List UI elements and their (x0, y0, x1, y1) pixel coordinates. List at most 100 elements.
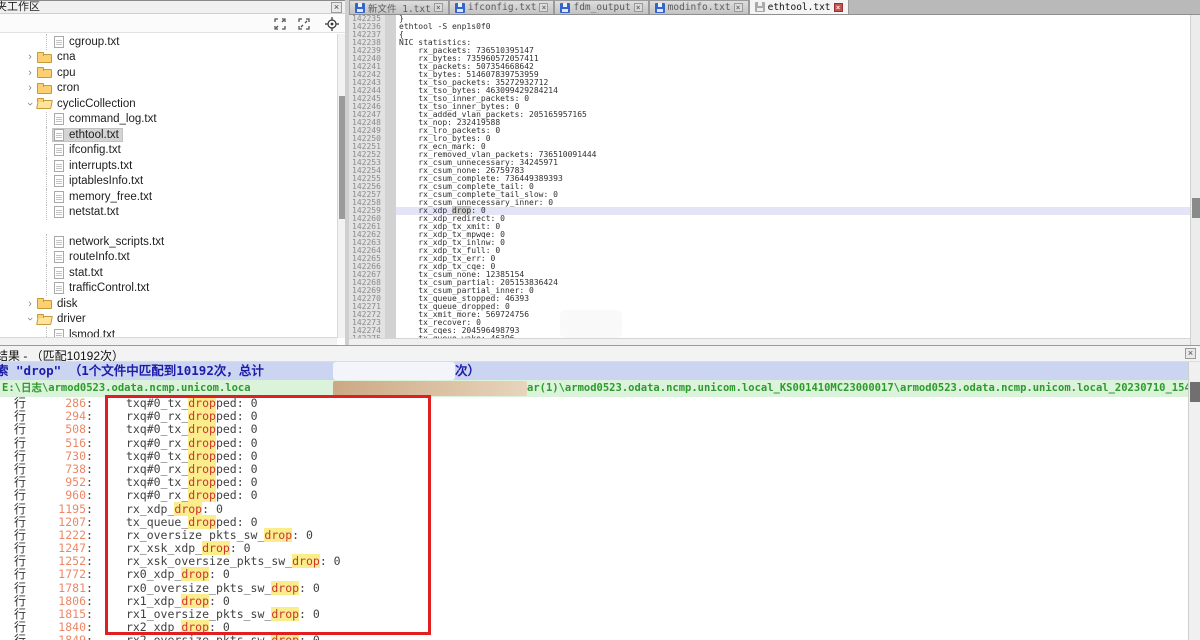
search-summary-text: 索 "drop" （1个文件中匹配到10192次，总计 (0, 362, 264, 380)
chevron-down-icon[interactable]: › (24, 99, 36, 109)
tree-item-label: netstat.txt (69, 206, 119, 218)
tree-item-label: stat.txt (69, 267, 103, 279)
close-panel-icon[interactable]: × (331, 2, 342, 13)
fold-margin (385, 63, 396, 71)
tree-vertical-scrollbar[interactable] (337, 34, 345, 338)
tree-item-label: interrupts.txt (69, 160, 132, 172)
tab-label: ifconfig.txt (468, 2, 537, 13)
row-label: 行 (14, 568, 28, 581)
close-tab-icon[interactable]: × (434, 3, 443, 12)
tree-item-cron[interactable]: › cron (0, 81, 337, 97)
workspace-toolbar (0, 14, 345, 33)
tree-item-stat-txt[interactable]: stat.txt (0, 265, 337, 281)
fold-margin (385, 255, 396, 263)
file-icon (54, 36, 64, 48)
code-text: ethtool -S enp1s0f0 (396, 23, 1190, 31)
tree-item-routeInfo-txt[interactable]: routeInfo.txt (0, 250, 337, 266)
result-line-number: 508 (28, 423, 86, 436)
results-title: 结果 - （匹配10192次） (0, 347, 124, 362)
tree-item-cpu[interactable]: › cpu (0, 65, 337, 81)
tree-item-interrupts-txt[interactable]: interrupts.txt (0, 158, 337, 174)
search-results-panel: 结果 - （匹配10192次） × 索 "drop" （1个文件中匹配到1019… (0, 345, 1200, 640)
tree-item-netstat-txt[interactable]: netstat.txt (0, 205, 337, 221)
tree-item-memory-free-txt[interactable]: memory_free.txt (0, 189, 337, 205)
chevron-right-icon[interactable]: › (25, 67, 35, 79)
tab-fdm-output[interactable]: fdm_output× (554, 0, 648, 14)
fold-margin (385, 135, 396, 143)
tree-item-command-log-txt[interactable]: command_log.txt (0, 112, 337, 128)
row-label: 行 (14, 516, 28, 529)
close-tab-icon[interactable]: × (734, 3, 743, 12)
tree-item-label: ethtool.txt (69, 129, 119, 141)
file-icon (54, 282, 64, 294)
workspace-panel: 夹工作区 × cgroup.txt›cna›cpu›cron›cyclicCol… (0, 0, 345, 345)
editor-horizontal-scrollbar[interactable] (349, 338, 1190, 345)
close-tab-icon[interactable]: × (539, 3, 548, 12)
result-line-number: 960 (28, 489, 86, 502)
scrollbar-thumb[interactable] (1192, 198, 1200, 218)
censor-blur (333, 362, 455, 380)
search-summary-line[interactable]: 索 "drop" （1个文件中匹配到10192次，总计 次） (0, 362, 1200, 380)
tree-item-iptablesInfo-txt[interactable]: iptablesInfo.txt (0, 174, 337, 190)
close-results-icon[interactable]: × (1185, 348, 1196, 359)
code-text: tx_queue_stopped: 46393 (396, 295, 1190, 303)
fold-margin (385, 183, 396, 191)
tree-horizontal-scrollbar[interactable] (0, 337, 337, 345)
close-tab-icon[interactable]: × (834, 3, 843, 12)
tab-label: 新文件 1.txt (368, 1, 431, 15)
tab-ifconfig-txt[interactable]: ifconfig.txt× (449, 0, 555, 14)
chevron-right-icon[interactable]: › (25, 82, 35, 94)
tree-item-ethtool-txt[interactable]: ethtool.txt (0, 127, 337, 143)
tree-item-label: ifconfig.txt (69, 144, 121, 156)
locate-current-file-icon[interactable] (325, 17, 339, 31)
editor-text-area[interactable]: 142235}142236ethtool -S enp1s0f0142237{1… (349, 15, 1190, 338)
chevron-right-icon[interactable]: › (25, 298, 35, 310)
fold-margin (385, 279, 396, 287)
tab-ethtool-txt[interactable]: ethtool.txt× (749, 0, 849, 14)
results-vertical-scrollbar[interactable] (1188, 362, 1200, 640)
chevron-down-icon[interactable]: › (24, 314, 36, 324)
close-tab-icon[interactable]: × (634, 3, 643, 12)
row-label: 行 (14, 582, 28, 595)
code-text: rx_xdp_drop: 0 (396, 207, 1190, 215)
tree-item-label: routeInfo.txt (69, 251, 130, 263)
tree-item-label: cron (57, 82, 79, 94)
result-line-number: 1781 (28, 582, 86, 595)
fold-margin (385, 175, 396, 183)
tree-item-label: cpu (57, 67, 76, 79)
open-folder-icon (37, 98, 52, 109)
tab-modinfo-txt[interactable]: modinfo.txt× (649, 0, 749, 14)
code-text: rx_xdp_redirect: 0 (396, 215, 1190, 223)
tree-item-cgroup-txt[interactable]: cgroup.txt (0, 34, 337, 50)
folder-icon (37, 67, 52, 78)
scrollbar-thumb[interactable] (1190, 382, 1200, 402)
code-text: } (396, 15, 1190, 23)
fold-margin (385, 71, 396, 79)
tree-item-disk[interactable]: ›disk (0, 296, 337, 312)
tree-item-network-scripts-txt[interactable]: network_scripts.txt (0, 234, 337, 250)
tree-item-driver[interactable]: ›driver (0, 312, 337, 328)
chevron-right-icon[interactable]: › (25, 51, 35, 63)
tree-item-label: command_log.txt (69, 113, 157, 125)
tree-item-trafficControl-txt[interactable]: trafficControl.txt (0, 281, 337, 297)
fold-margin (385, 231, 396, 239)
collapse-all-icon[interactable] (297, 17, 311, 31)
file-icon (54, 113, 64, 125)
result-line-number: 1772 (28, 568, 86, 581)
fold-margin (385, 303, 396, 311)
code-text: rx_xdp_tx_inlnw: 0 (396, 239, 1190, 247)
expand-all-icon[interactable] (273, 17, 287, 31)
code-text: tx_cqes: 204596498793 (396, 327, 1190, 335)
file-icon (54, 267, 64, 279)
editor-vertical-scrollbar[interactable] (1190, 15, 1200, 345)
tree-item-label: cna (57, 51, 76, 63)
tree-item-cyclicCollection[interactable]: ›cyclicCollection (0, 96, 337, 112)
file-icon (54, 129, 64, 141)
top-area: 夹工作区 × cgroup.txt›cna›cpu›cron›cyclicCol… (0, 0, 1200, 345)
result-row[interactable]: 行1849:rx2_oversize_pkts_sw_drop: 0 (0, 634, 1185, 640)
saved-file-icon (455, 3, 465, 13)
file-icon (54, 160, 64, 172)
tree-item-cna[interactable]: › cna (0, 50, 337, 66)
tab--1-txt[interactable]: 新文件 1.txt× (349, 0, 449, 14)
tree-item-ifconfig-txt[interactable]: ifconfig.txt (0, 143, 337, 159)
